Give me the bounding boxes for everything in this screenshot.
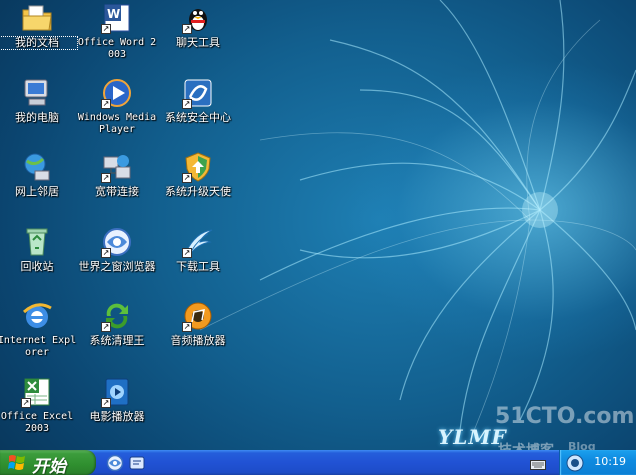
desktop-icon-label: 世界之窗浏览器 [78, 260, 156, 273]
desktop-icon-movie-player[interactable]: ↗ 电影播放器 [77, 376, 157, 423]
shortcut-arrow-icon: ↗ [182, 322, 192, 332]
shortcut-arrow-icon: ↗ [182, 248, 192, 258]
show-desktop-icon[interactable] [128, 454, 146, 472]
desktop-icon-network[interactable]: 网上邻居 [0, 151, 77, 198]
desktop-icon-recycle-bin[interactable]: 回收站 [0, 226, 77, 273]
folder-documents-icon [22, 5, 52, 31]
desktop-icon-excel[interactable]: ↗ Office Excel 2003 [0, 376, 77, 435]
shortcut-arrow-icon: ↗ [101, 24, 111, 34]
desktop-icon-label: 网上邻居 [15, 185, 59, 198]
shortcut-arrow-icon: ↗ [101, 99, 111, 109]
desktop-icon-system-cleaner[interactable]: ↗ 系统清理王 [77, 300, 157, 347]
desktop-icon-label: 聊天工具 [176, 36, 220, 49]
recycle-bin-icon [26, 228, 48, 256]
desktop-icon-chat-tool[interactable]: ↗ 聊天工具 [158, 2, 238, 49]
internet-explorer-icon [22, 303, 52, 328]
desktop[interactable]: 我的文档 我的电脑 网上邻居 回收站 Internet Explorer ↗ O… [0, 0, 636, 475]
desktop-icon-label: 宽带连接 [95, 185, 139, 198]
shortcut-arrow-icon: ↗ [182, 173, 192, 183]
network-icon [24, 153, 50, 181]
desktop-icon-label: 系统清理王 [89, 334, 145, 347]
keyboard-icon[interactable] [530, 460, 546, 470]
system-tray: 10:19 [559, 450, 636, 475]
desktop-icon-my-computer[interactable]: 我的电脑 [0, 77, 77, 124]
shortcut-arrow-icon: ↗ [101, 398, 111, 408]
desktop-icon-media-player[interactable]: ↗ Windows Media Player [77, 77, 157, 136]
shortcut-arrow-icon: ↗ [182, 99, 192, 109]
desktop-icon-label: Windows Media Player [77, 112, 157, 135]
desktop-icon-audio-player[interactable]: ↗ 音频播放器 [158, 300, 238, 347]
windows-flag-icon [8, 455, 25, 470]
desktop-icon-label: 回收站 [20, 260, 54, 273]
computer-icon [24, 79, 48, 106]
desktop-icon-my-documents[interactable]: 我的文档 [0, 2, 78, 50]
clock[interactable]: 10:19 [594, 455, 626, 468]
desktop-icon-label: 系统安全中心 [165, 111, 231, 124]
desktop-icon-label: 电影播放器 [89, 410, 145, 423]
desktop-icon-label: 我的文档 [0, 36, 78, 50]
shortcut-arrow-icon: ↗ [21, 398, 31, 408]
desktop-icon-system-upgrade[interactable]: ↗ 系统升级天使 [158, 151, 238, 198]
desktop-icon-label: 下载工具 [176, 260, 220, 273]
watermark-51cto: 51CTO.com [495, 404, 635, 429]
desktop-icon-label: Office Excel 2003 [0, 411, 74, 434]
desktop-icon-word[interactable]: W ↗ Office Word 2003 [77, 2, 157, 61]
desktop-icon-broadband[interactable]: ↗ 宽带连接 [77, 151, 157, 198]
svg-text:W: W [107, 7, 120, 21]
desktop-icon-label: Internet Explorer [0, 335, 77, 358]
ylmf-logo: YLMF [438, 425, 507, 449]
desktop-icon-download-tool[interactable]: ↗ 下载工具 [158, 226, 238, 273]
desktop-icon-label: 我的电脑 [15, 111, 59, 124]
start-label: 开始 [32, 457, 66, 475]
desktop-icon-theworld-browser[interactable]: ↗ 世界之窗浏览器 [77, 226, 157, 273]
volume-icon[interactable] [566, 454, 584, 472]
desktop-icon-security-center[interactable]: ↗ 系统安全中心 [158, 77, 238, 124]
shortcut-arrow-icon: ↗ [101, 173, 111, 183]
shortcut-arrow-icon: ↗ [182, 24, 192, 34]
start-button[interactable]: 开始 [0, 450, 96, 475]
desktop-icon-internet-explorer[interactable]: Internet Explorer [0, 300, 77, 359]
shortcut-arrow-icon: ↗ [101, 248, 111, 258]
desktop-icon-label: 系统升级天使 [165, 185, 231, 198]
theworld-browser-icon[interactable] [106, 454, 124, 472]
desktop-icon-label: Office Word 2003 [77, 37, 157, 60]
desktop-icon-label: 音频播放器 [170, 334, 226, 347]
shortcut-arrow-icon: ↗ [101, 322, 111, 332]
